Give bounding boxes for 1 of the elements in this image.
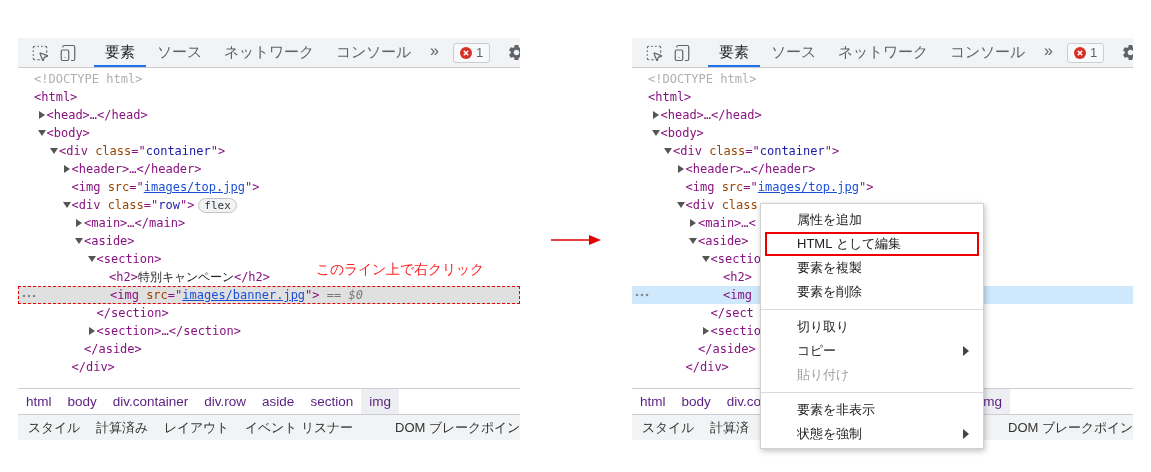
annotation-label: このライン上で右クリック bbox=[316, 261, 484, 279]
